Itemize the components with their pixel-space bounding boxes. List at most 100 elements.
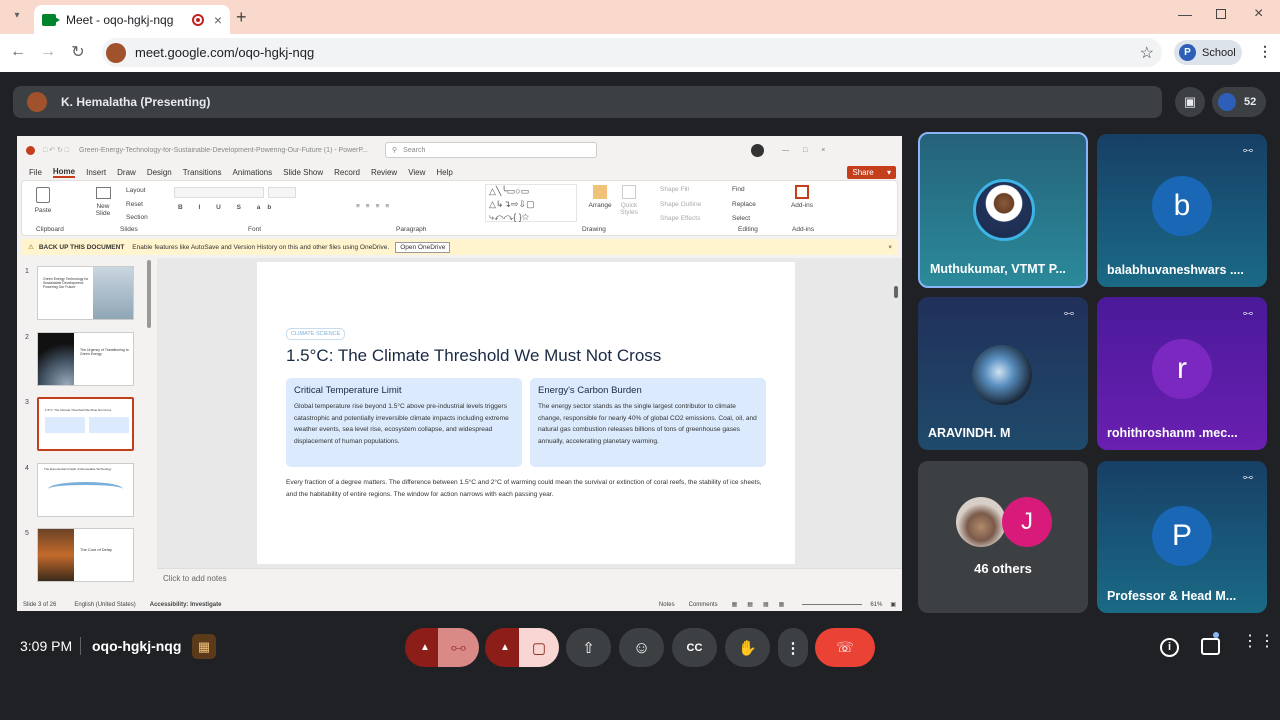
shape-outline-button[interactable]: Shape Outline: [660, 201, 701, 208]
addins-label: Add-ins: [790, 202, 814, 209]
reset-button[interactable]: Reset: [126, 201, 143, 208]
fit-slide-icon[interactable]: ▣: [890, 601, 896, 608]
menu-view[interactable]: View: [408, 168, 425, 177]
font-format-buttons[interactable]: B I U S ab: [178, 204, 278, 211]
font-name-box[interactable]: [174, 187, 264, 198]
mic-off-icon: ⧟: [1243, 145, 1253, 156]
shapes-gallery[interactable]: △╲╰▭○▭ △↳↴⇨⇩▢ ⤷↶↷{ }☆: [485, 184, 577, 222]
address-bar[interactable]: meet.google.com/oqo-hgkj-nqg ☆: [102, 38, 1162, 67]
leave-call-button[interactable]: ☏: [815, 628, 875, 667]
new-slide-button[interactable]: New Slide: [90, 187, 116, 217]
menu-help[interactable]: Help: [436, 168, 452, 177]
chat-icon[interactable]: [1201, 638, 1220, 655]
participant-tile-others[interactable]: J 46 others: [918, 461, 1088, 613]
menu-home[interactable]: Home: [52, 167, 76, 178]
share-button[interactable]: Share ▾: [847, 165, 896, 179]
close-window-button[interactable]: ×: [1254, 5, 1263, 23]
recording-icon: [191, 13, 204, 26]
others-avatar-photo: [956, 497, 1006, 547]
activities-icon[interactable]: ⋮⋮⋮: [1242, 634, 1280, 650]
browser-tab[interactable]: Meet - oqo-hgkj-nqg ×: [34, 5, 230, 34]
slide-scrollbar[interactable]: [894, 286, 898, 298]
back-arrow-icon[interactable]: ←: [6, 43, 30, 61]
tab-title: Meet - oqo-hgkj-nqg: [66, 12, 174, 27]
participants-button[interactable]: 52: [1212, 87, 1266, 117]
hide-self-view-icon[interactable]: ▣: [1175, 87, 1205, 117]
participant-tile-muthukumar[interactable]: Muthukumar, VTMT P...: [918, 132, 1088, 288]
paste-label: Paste: [34, 207, 52, 214]
zoom-slider[interactable]: [802, 604, 863, 605]
raise-hand-button[interactable]: ✋: [725, 628, 770, 667]
card-critical-temperature: Critical Temperature Limit Global temper…: [286, 378, 522, 467]
slide-thumb-2[interactable]: The Urgency of Transitioning to Green En…: [37, 332, 134, 386]
view-buttons[interactable]: ▦▦▦▦: [732, 601, 795, 608]
participant-tile-professor[interactable]: ⧟ P Professor & Head M...: [1097, 461, 1267, 613]
participant-tile-rohith[interactable]: ⧟ r rohithroshanm .mec...: [1097, 297, 1267, 450]
quick-styles-button[interactable]: Quick Styles: [618, 185, 640, 216]
menu-design[interactable]: Design: [147, 168, 172, 177]
tab-search-icon[interactable]: ▾: [8, 10, 26, 26]
shape-fill-button[interactable]: Shape Fill: [660, 186, 689, 193]
participant-name: balabhuvaneshwars ....: [1107, 263, 1244, 277]
mic-off-button[interactable]: ⧟: [438, 628, 479, 667]
new-slide-label: New Slide: [95, 203, 111, 217]
close-notice-icon[interactable]: ×: [888, 244, 892, 251]
restore-button[interactable]: [1216, 9, 1226, 19]
profile-button[interactable]: P School: [1174, 40, 1242, 65]
camera-off-button[interactable]: ▢: [519, 628, 559, 667]
thumb-scrollbar[interactable]: [147, 260, 151, 328]
addins-button[interactable]: Add-ins: [788, 185, 816, 209]
onedrive-notice: ⚠ BACK UP THIS DOCUMENT Enable features …: [21, 239, 898, 255]
menu-record[interactable]: Record: [334, 168, 360, 177]
menu-file[interactable]: File: [29, 168, 42, 177]
layout-button[interactable]: Layout: [126, 187, 146, 194]
replace-button[interactable]: Replace: [732, 201, 756, 208]
current-slide[interactable]: CLIMATE SCIENCE 1.5°C: The Climate Thres…: [257, 262, 795, 564]
menu-transitions[interactable]: Transitions: [183, 168, 222, 177]
slide-thumb-3[interactable]: 1.5°C: The Climate Threshold We Must Not…: [37, 397, 134, 451]
slide-thumb-4[interactable]: The Exponential Growth of Renewable Tech…: [37, 463, 134, 517]
close-tab-icon[interactable]: ×: [214, 12, 222, 28]
font-size-box[interactable]: [268, 187, 296, 198]
companion-mode-icon[interactable]: ▦: [192, 634, 216, 659]
notes-button[interactable]: Notes: [659, 602, 675, 608]
meeting-details-icon[interactable]: i: [1160, 638, 1179, 657]
comments-button[interactable]: Comments: [689, 602, 718, 608]
minimize-button[interactable]: —: [1178, 6, 1192, 22]
menu-draw[interactable]: Draw: [117, 168, 136, 177]
bookmark-star-icon[interactable]: ☆: [1140, 43, 1154, 63]
url-text: meet.google.com/oqo-hgkj-nqg: [135, 45, 315, 60]
ppt-search-box[interactable]: ⚲ Search: [385, 142, 598, 158]
participant-tile-bala[interactable]: ⧟ b balabhuvaneshwars ....: [1097, 134, 1267, 287]
paragraph-buttons[interactable]: ≡≡≡≡: [356, 203, 395, 210]
menu-slide-show[interactable]: Slide Show: [283, 168, 323, 177]
slide-thumb-1[interactable]: Green Energy Technology for Sustainable …: [37, 266, 134, 320]
present-screen-button[interactable]: ⇧: [566, 628, 611, 667]
forward-arrow-icon[interactable]: →: [36, 43, 60, 61]
menu-animations[interactable]: Animations: [233, 168, 273, 177]
slide-thumb-5[interactable]: The Cost of Delay: [37, 528, 134, 582]
more-options-button[interactable]: ⋮: [778, 628, 808, 667]
shape-effects-button[interactable]: Shape Effects: [660, 215, 700, 222]
zoom-level[interactable]: 61%: [870, 602, 882, 608]
card1-body: Global temperature rise beyond 1.5°C abo…: [294, 403, 509, 445]
select-button[interactable]: Select: [732, 215, 750, 222]
accessibility-status[interactable]: Accessibility: Investigate: [150, 602, 222, 608]
captions-button[interactable]: CC: [672, 628, 717, 667]
participant-tile-aravindh[interactable]: ⧟ ARAVINDH. M: [918, 297, 1088, 450]
open-onedrive-button[interactable]: Open OneDrive: [395, 241, 451, 253]
arrange-button[interactable]: Arrange: [588, 185, 612, 209]
section-button[interactable]: Section: [126, 214, 148, 221]
new-tab-button[interactable]: +: [236, 7, 247, 28]
ppt-window-controls[interactable]: —□×: [782, 147, 839, 154]
reload-icon[interactable]: ↻: [66, 42, 90, 62]
browser-menu-icon[interactable]: ⋮: [1258, 43, 1272, 60]
menu-review[interactable]: Review: [371, 168, 397, 177]
find-button[interactable]: Find: [732, 186, 745, 193]
paste-button[interactable]: Paste: [30, 187, 56, 214]
emoji-reaction-button[interactable]: ☺: [619, 628, 664, 667]
site-info-icon[interactable]: [106, 42, 126, 63]
ppt-account-avatar[interactable]: [751, 143, 765, 157]
card-carbon-burden: Energy's Carbon Burden The energy sector…: [530, 378, 766, 467]
menu-insert[interactable]: Insert: [86, 168, 106, 177]
